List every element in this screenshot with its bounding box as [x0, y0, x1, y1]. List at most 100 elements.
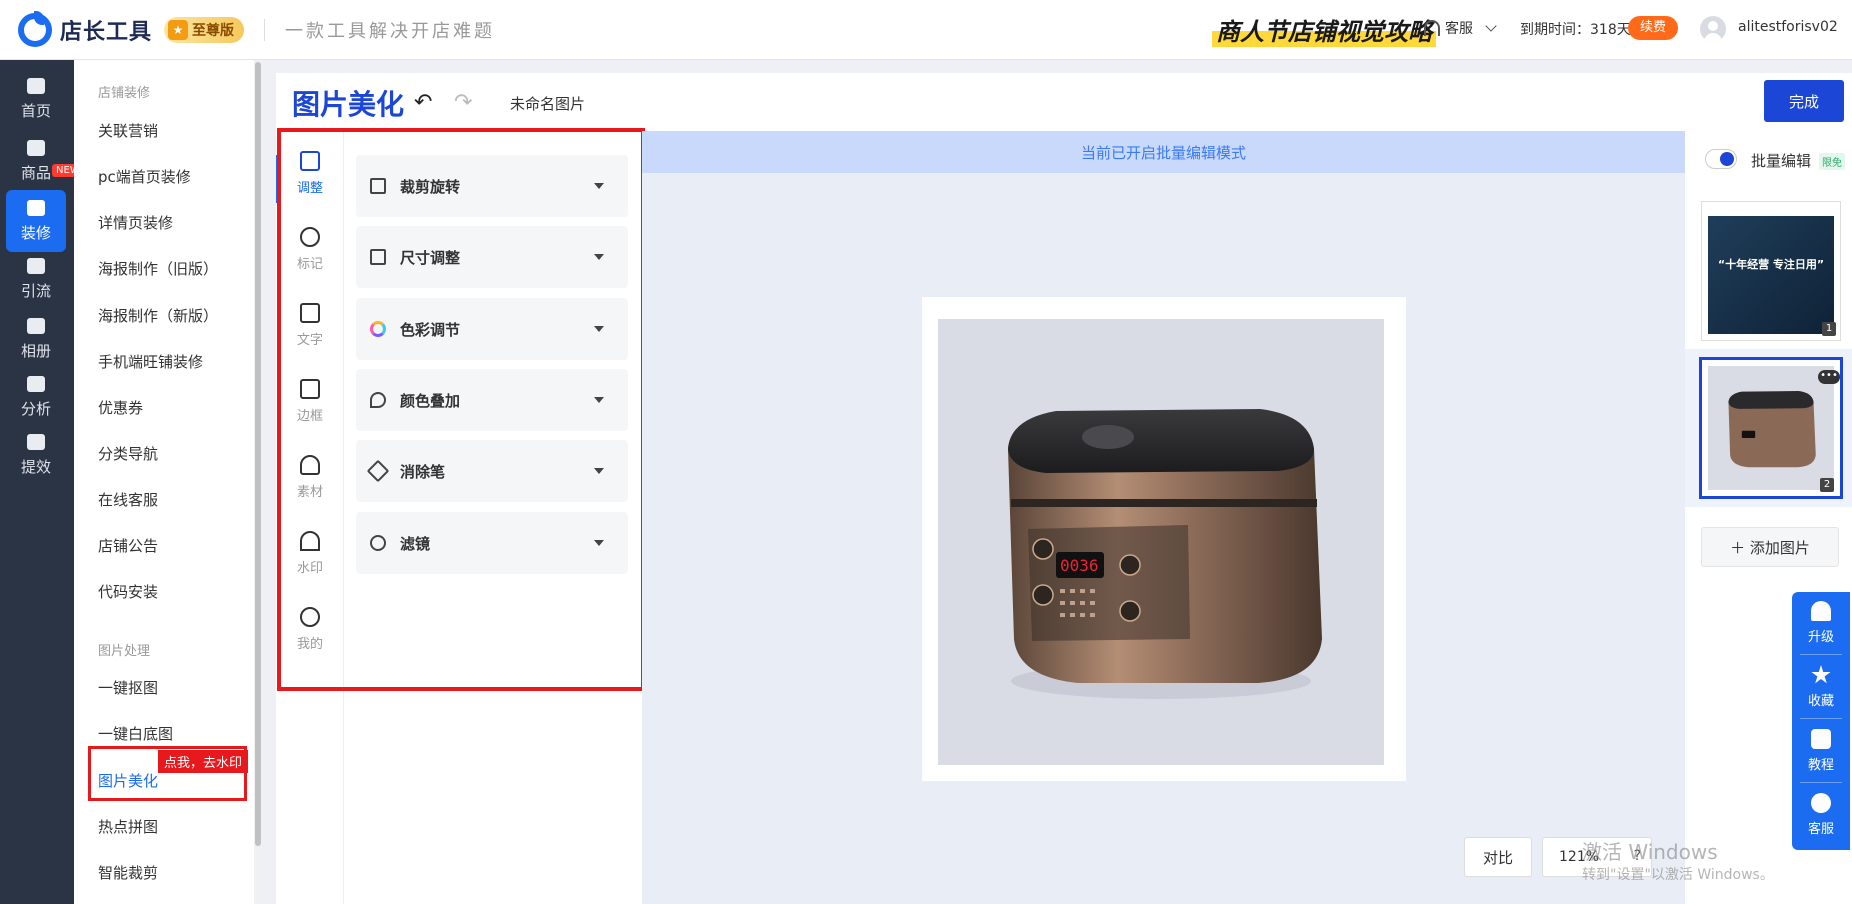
- compare-button[interactable]: 对比: [1464, 837, 1532, 877]
- sub-item[interactable]: 详情页装修: [98, 212, 173, 233]
- logo[interactable]: 店长工具 ★ 至尊版: [18, 10, 245, 47]
- thumbnail-number: 2: [1820, 478, 1834, 492]
- sliders-icon: [300, 151, 320, 171]
- document-name[interactable]: 未命名图片: [510, 93, 585, 114]
- sub-item[interactable]: pc端首页装修: [98, 166, 191, 187]
- caret-down-icon: [594, 540, 604, 546]
- nav-goods[interactable]: 商品: [6, 130, 66, 192]
- sub-item[interactable]: 一键抠图: [98, 677, 158, 698]
- sub-item[interactable]: 热点拼图: [98, 816, 158, 837]
- nav-efficiency[interactable]: 提效: [6, 424, 66, 486]
- thumbnail-image: [1708, 216, 1834, 334]
- vip-badge: ★ 至尊版: [164, 16, 245, 43]
- chevron-down-icon: [1485, 20, 1497, 32]
- sub-item[interactable]: 海报制作（旧版）: [98, 258, 218, 279]
- caret-down-icon: [594, 326, 604, 332]
- sub-item[interactable]: 关联营销: [98, 120, 158, 141]
- section-crop-rotate[interactable]: 裁剪旋转: [356, 155, 628, 217]
- shapes-icon: [300, 455, 320, 475]
- tool-adjust[interactable]: 调整: [276, 151, 344, 211]
- float-divider: [1800, 654, 1842, 655]
- sub-item[interactable]: 手机端旺铺装修: [98, 351, 203, 372]
- pen-icon: [300, 227, 320, 247]
- crop-icon: [370, 178, 386, 194]
- batch-edit-toggle[interactable]: [1705, 149, 1737, 169]
- add-image-button[interactable]: ＋ 添加图片: [1701, 527, 1839, 567]
- username[interactable]: alitestforisv02: [1738, 19, 1838, 35]
- promo-banner[interactable]: 商人节店铺视觉攻略: [1212, 12, 1436, 47]
- sub-item[interactable]: 代码安装: [98, 581, 158, 602]
- redo-icon[interactable]: ↷: [454, 90, 472, 115]
- section-color-adjust[interactable]: 色彩调节: [356, 298, 628, 360]
- float-tutorial[interactable]: 教程: [1792, 720, 1850, 782]
- tool-material[interactable]: 素材: [276, 455, 344, 515]
- done-button[interactable]: 完成: [1764, 80, 1844, 122]
- sub-item[interactable]: 优惠券: [98, 397, 143, 418]
- section-resize[interactable]: 尺寸调整: [356, 226, 628, 288]
- image-frame[interactable]: 0036: [922, 297, 1406, 781]
- cloud-upload-icon: [300, 607, 320, 627]
- watermark-tip[interactable]: 点我，去水印: [158, 750, 249, 773]
- rice-cooker-image: 0036: [1008, 409, 1322, 699]
- windows-watermark-title: 激活 Windows: [1582, 840, 1718, 864]
- section-filter[interactable]: 滤镜: [356, 512, 628, 574]
- nav-home[interactable]: 首页: [6, 68, 66, 130]
- product-image[interactable]: 0036: [938, 319, 1384, 765]
- headset-icon: [1811, 793, 1831, 813]
- more-options-button[interactable]: •••: [1818, 370, 1840, 384]
- renew-button[interactable]: 续费: [1628, 16, 1679, 40]
- group-title-store: 店铺装修: [98, 86, 151, 101]
- sub-item[interactable]: 智能裁剪: [98, 862, 158, 883]
- left-nav: 首页 商品 装修 引流 相册 分析 提效: [0, 60, 74, 904]
- float-favorite[interactable]: 收藏: [1792, 656, 1850, 718]
- star-icon: [1811, 665, 1831, 684]
- sub-item[interactable]: 店铺公告: [98, 535, 158, 556]
- support-dropdown[interactable]: 客服: [1424, 18, 1497, 38]
- section-color-overlay[interactable]: 颜色叠加: [356, 369, 628, 431]
- canvas-area[interactable]: 当前已开启批量编辑模式 0036 对比 121% ?: [642, 131, 1685, 904]
- sub-item[interactable]: 海报制作（新版）: [98, 305, 218, 326]
- batch-mode-banner: 当前已开启批量编辑模式: [642, 131, 1685, 173]
- eraser-icon: [366, 459, 390, 483]
- float-service[interactable]: 客服: [1792, 784, 1850, 846]
- tool-border[interactable]: 边框: [276, 379, 344, 439]
- tool-mark[interactable]: 标记: [276, 227, 344, 287]
- sub-item[interactable]: 分类导航: [98, 443, 158, 464]
- album-icon: [27, 317, 45, 334]
- thumbnail-number: 1: [1822, 322, 1836, 336]
- page-title: 图片美化: [292, 88, 405, 121]
- tool-text[interactable]: 文字: [276, 303, 344, 363]
- nav-album[interactable]: 相册: [6, 308, 66, 370]
- tool-watermark[interactable]: 水印: [276, 531, 344, 591]
- group-title-image: 图片处理: [98, 644, 151, 659]
- text-icon: [300, 303, 320, 323]
- home-icon: [27, 77, 45, 94]
- scrollbar-thumb[interactable]: [255, 62, 261, 846]
- tool-sidebar: 调整 标记 文字 边框 素材 水印 我的: [276, 131, 344, 904]
- decorate-icon: [27, 199, 45, 216]
- editor-header: 图片美化 ↶ ↷ 未命名图片 完成: [276, 73, 1852, 131]
- caret-down-icon: [594, 468, 604, 474]
- resize-icon: [370, 249, 386, 265]
- thumbnail-1[interactable]: “十年经营 专注日用” 1: [1701, 201, 1841, 341]
- avatar[interactable]: [1700, 16, 1726, 42]
- nav-analytics[interactable]: 分析: [6, 366, 66, 428]
- section-eraser[interactable]: 消除笔: [356, 440, 628, 502]
- app-name: 店长工具: [60, 19, 153, 45]
- header-divider: [264, 18, 266, 41]
- expire-time: 到期时间：318天: [1520, 22, 1631, 38]
- floating-action-bar: 升级 收藏 教程 客服: [1792, 592, 1850, 850]
- analytics-icon: [27, 375, 45, 392]
- tool-mine[interactable]: 我的: [276, 607, 344, 667]
- nav-traffic[interactable]: 引流: [6, 248, 66, 310]
- nav-decorate[interactable]: 装修: [6, 190, 66, 252]
- float-upgrade[interactable]: 升级: [1792, 592, 1850, 654]
- caret-down-icon: [594, 183, 604, 189]
- bag-icon: [27, 139, 45, 156]
- rocket-icon: [1811, 601, 1831, 621]
- sub-item[interactable]: 一键白底图: [98, 723, 173, 744]
- sub-item[interactable]: 在线客服: [98, 489, 158, 510]
- float-divider: [1800, 718, 1842, 719]
- undo-icon[interactable]: ↶: [414, 90, 432, 115]
- thumbnail-2-selected[interactable]: ••• 2: [1699, 357, 1843, 499]
